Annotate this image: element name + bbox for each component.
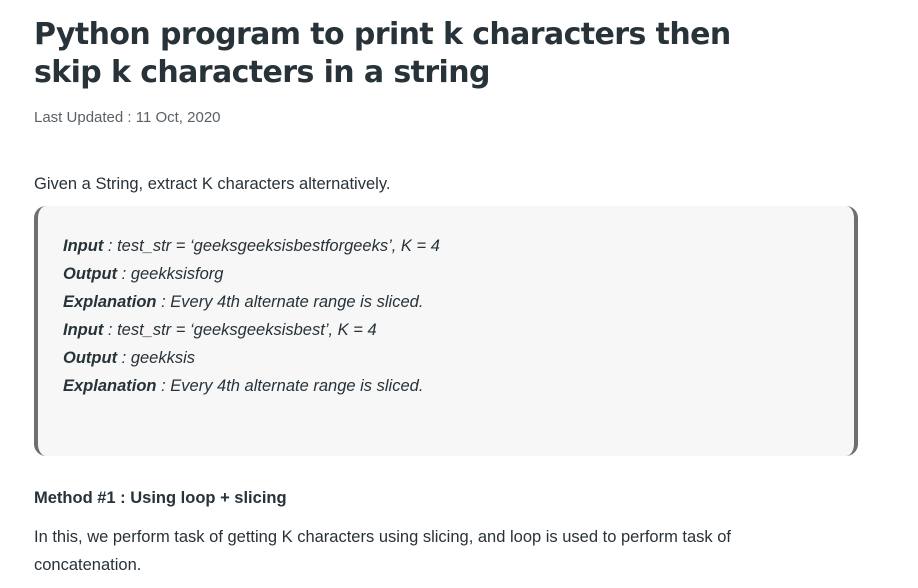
example-box: Input : test_str = ‘geeksgeeksisbestforg… bbox=[34, 206, 858, 456]
method-description: In this, we perform task of getting K ch… bbox=[34, 528, 732, 574]
article-title: Python program to print k characters the… bbox=[34, 17, 731, 90]
example-key: Output bbox=[63, 349, 118, 367]
intro-text: Given a String, extract K characters alt… bbox=[34, 175, 391, 193]
example-value: : Every 4th alternate range is sliced. bbox=[156, 377, 424, 395]
example-line: Output : geekksisforg bbox=[63, 260, 834, 288]
example-line: Output : geekksis bbox=[63, 344, 834, 372]
example-value: : geekksisforg bbox=[117, 265, 224, 283]
example-lines: Input : test_str = ‘geeksgeeksisbestforg… bbox=[63, 232, 834, 400]
example-key: Explanation bbox=[63, 377, 157, 395]
last-updated: Last Updated : 11 Oct, 2020 bbox=[34, 109, 221, 126]
method-heading: Method #1 : Using loop + slicing bbox=[34, 489, 287, 507]
example-line: Input : test_str = ‘geeksgeeksisbest’, K… bbox=[63, 316, 834, 344]
example-value: : test_str = ‘geeksgeeksisbestforgeeks’,… bbox=[103, 237, 440, 255]
example-value: : Every 4th alternate range is sliced. bbox=[156, 293, 424, 311]
example-key: Explanation bbox=[63, 293, 157, 311]
example-line: Input : test_str = ‘geeksgeeksisbestforg… bbox=[63, 232, 834, 260]
example-key: Input bbox=[63, 237, 104, 255]
example-key: Output bbox=[63, 265, 118, 283]
example-line: Explanation : Every 4th alternate range … bbox=[63, 372, 834, 400]
example-value: : geekksis bbox=[117, 349, 196, 367]
example-key: Input bbox=[63, 321, 104, 339]
example-value: : test_str = ‘geeksgeeksisbest’, K = 4 bbox=[103, 321, 377, 339]
example-line: Explanation : Every 4th alternate range … bbox=[63, 288, 834, 316]
